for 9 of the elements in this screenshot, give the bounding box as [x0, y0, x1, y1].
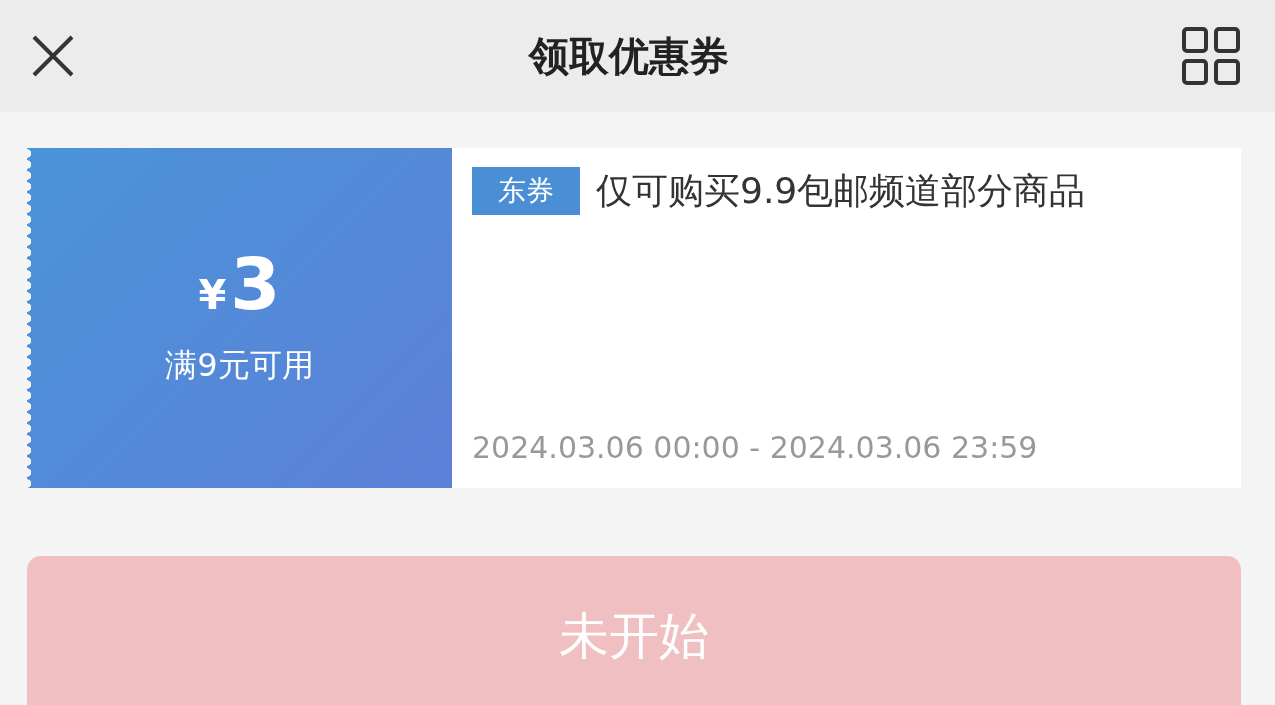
currency-symbol: ¥	[198, 270, 227, 320]
coupon-description: 仅可购买9.9包邮频道部分商品	[596, 169, 1086, 213]
validity-period: 2024.03.06 00:00 - 2024.03.06 23:59	[472, 429, 1039, 467]
coupon-tag: 东券	[472, 167, 580, 215]
coupon-amount: 3	[230, 247, 281, 320]
close-icon[interactable]	[30, 33, 76, 79]
coupon-condition: 满9元可用	[165, 344, 314, 386]
grid-icon[interactable]	[1181, 26, 1241, 86]
page-title: 领取优惠券	[528, 32, 729, 81]
